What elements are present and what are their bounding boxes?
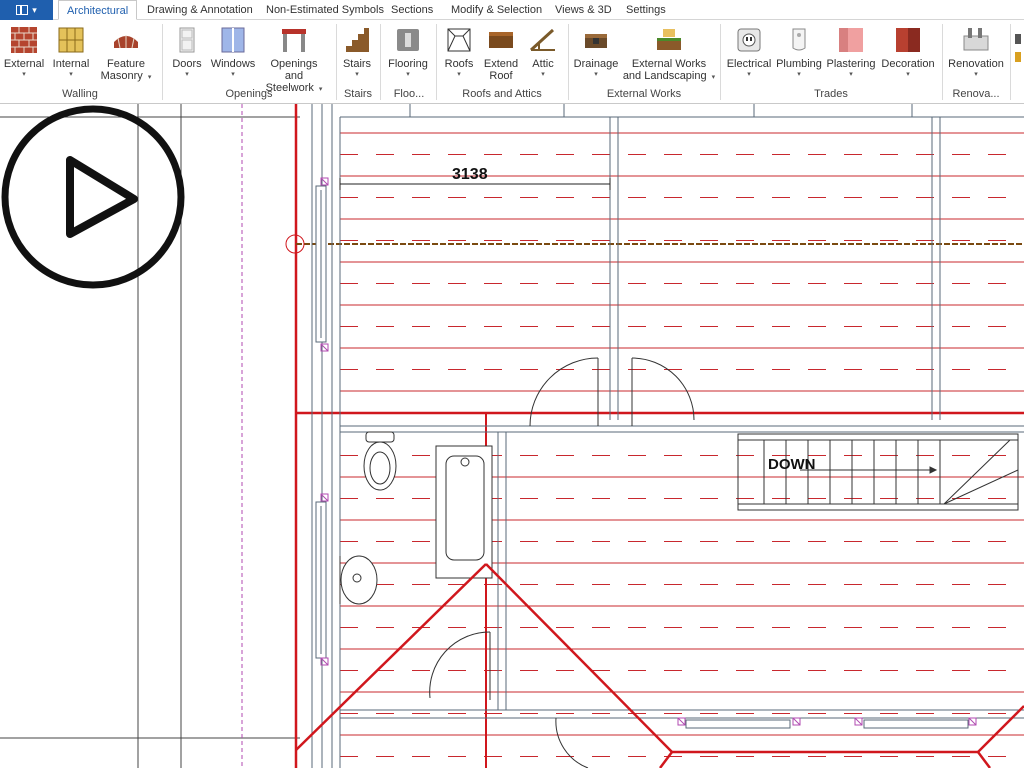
group-separator [720,24,721,100]
roofs-label: Roofs [444,58,474,70]
renovation-button[interactable]: Renovation ▾ [946,26,1006,79]
group-label-walling: Walling [62,88,98,100]
door-icon [179,27,195,53]
feature-masonry-button[interactable]: Feature Masonry ▾ [96,26,156,82]
decoration-button[interactable]: Decoration ▾ [881,26,935,79]
doors-label: Doors [172,58,202,70]
group-label-flooring: Floo... [393,88,425,100]
attic-label: Attic [532,58,554,70]
external-works-button[interactable]: External Works and Landscaping ▾ [622,26,716,82]
plumbing-label: Plumbing [776,58,822,70]
plastering-button[interactable]: Plastering ▾ [824,26,878,79]
external-works-label-2: and Landscaping [622,70,707,82]
tab-architectural[interactable]: Architectural [58,0,138,20]
flooring-button[interactable]: Flooring ▾ [381,26,435,79]
renovation-icon [963,28,989,51]
stairs-direction-label: DOWN [768,456,816,473]
ribbon-tab-bar: ▾ Architectural Drawing & Annotation Non… [0,0,1024,20]
drainage-button[interactable]: Drainage ▾ [569,26,623,79]
chevron-down-icon: ▾ [974,71,978,78]
chevron-down-icon: ▾ [231,71,235,78]
plaster-wall-icon [839,28,863,52]
chevron-down-icon: ▾ [406,71,410,78]
stairs-label: Stairs [342,58,372,70]
external-label: External [3,58,45,70]
chevron-down-icon: ▾ [147,74,152,81]
ribbon-overflow-icon[interactable] [1015,34,1023,70]
stairs-icon [346,28,369,52]
play-icon[interactable] [0,104,186,290]
chevron-down-icon: ▾ [711,74,716,81]
timber-stud-wall-icon [58,27,84,53]
chevron-down-icon: ▾ [906,71,910,78]
attic-truss-icon [529,28,555,52]
openings-steelwork-button[interactable]: Openings and Steelwork ▾ [261,26,327,94]
dimension-label: 3138 [452,166,488,183]
chevron-down-icon: ▾ [69,71,73,78]
internal-wall-button[interactable]: Internal ▾ [44,26,98,79]
ribbon-panel: External ▾ Internal ▾ Feature Masonry ▾ … [0,20,1024,104]
extend-roof-label-2: Roof [489,70,513,82]
application-menu-button[interactable]: ▾ [0,0,53,20]
extend-roof-label-1: Extend [483,58,519,70]
group-label-openings: Openings [225,88,273,100]
chevron-down-icon: ▾ [849,71,853,78]
renovation-label: Renovation [948,58,1004,70]
masonry-icon [114,35,138,49]
attic-button[interactable]: Attic ▾ [516,26,570,79]
group-separator [1010,24,1011,100]
external-works-label-1: External Works [631,58,707,70]
feature-masonry-label-1: Feature [107,58,145,70]
tab-drawing-annotation[interactable]: Drawing & Annotation [147,0,253,20]
steel-lintel-icon [282,29,306,52]
extend-roof-icon [489,32,513,48]
brick-wall-icon [11,27,37,53]
flooring-icon [397,29,419,51]
group-label-roofs-attics: Roofs and Attics [462,88,542,100]
chevron-down-icon: ▾ [355,71,359,78]
landscaping-icon [657,29,681,50]
plastering-label: Plastering [826,58,876,70]
group-separator [942,24,943,100]
chevron-down-icon: ▾ [594,71,598,78]
document-icon [16,5,29,15]
drawing-canvas[interactable]: 3138 DOWN [0,104,1024,768]
windows-label: Windows [210,58,256,70]
group-label-external-works: External Works [606,88,682,100]
tab-non-estimated-symbols[interactable]: Non-Estimated Symbols [266,0,384,20]
electrical-label: Electrical [726,58,772,70]
windows-button[interactable]: Windows ▾ [206,26,260,79]
window-icon [221,27,245,53]
group-label-trades: Trades [814,88,848,100]
tab-modify-selection[interactable]: Modify & Selection [451,0,542,20]
openings-label-1: Openings and [270,58,318,82]
group-label-stairs: Stairs [343,88,373,100]
chevron-down-icon: ▾ [797,71,801,78]
tab-sections[interactable]: Sections [391,0,433,20]
electrical-button[interactable]: Electrical ▾ [722,26,776,79]
chevron-down-icon: ▾ [747,71,751,78]
paint-roller-icon [896,28,920,52]
tab-views-3d[interactable]: Views & 3D [555,0,612,20]
tab-settings[interactable]: Settings [626,0,666,20]
feature-masonry-label-2: Masonry [100,70,143,82]
tap-icon [792,28,806,51]
plumbing-button[interactable]: Plumbing ▾ [772,26,826,79]
chevron-down-icon: ▾ [541,71,545,78]
group-label-renovation: Renova... [952,88,1000,100]
socket-icon [737,28,761,52]
roof-plan-icon [447,28,471,52]
chevron-down-icon: ▾ [32,4,37,15]
app-window: ▾ Architectural Drawing & Annotation Non… [0,0,1024,768]
drainage-icon [585,34,607,48]
drainage-label: Drainage [573,58,619,70]
decoration-label: Decoration [881,58,935,70]
flooring-label: Flooring [388,58,428,70]
internal-label: Internal [52,58,90,70]
stairs-button[interactable]: Stairs ▾ [330,26,384,79]
